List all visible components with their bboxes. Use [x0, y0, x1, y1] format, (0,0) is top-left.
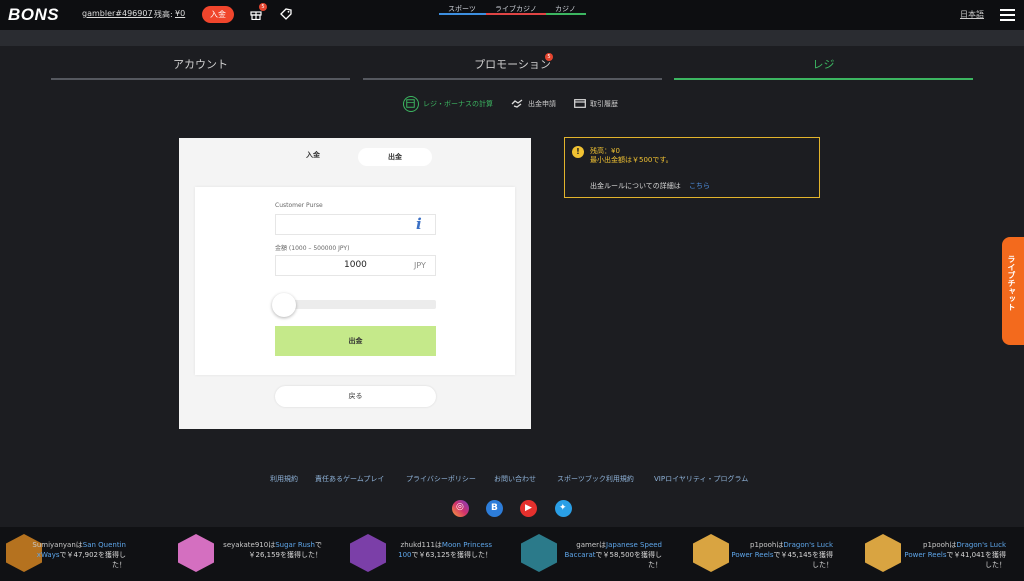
amount-value: 1000 [344, 260, 367, 270]
ticker-item: seyakate910はSugar Rushで￥26,159を獲得した！ [223, 541, 322, 559]
card-icon[interactable] [574, 99, 586, 108]
sports-underline [439, 13, 486, 15]
live-chat-label: ライブチャット [1007, 255, 1016, 311]
gift-badge: 5 [259, 3, 267, 11]
withdraw-submit-button[interactable]: 出金 [275, 326, 436, 356]
calculator-icon[interactable] [403, 96, 419, 112]
ticker-item: gamerはJapanese Speed Baccaratで￥58,500を獲得… [564, 541, 663, 569]
transaction-history-link[interactable]: 取引履歴 [590, 99, 618, 109]
slider-handle[interactable] [272, 293, 296, 317]
amount-unit: JPY [414, 261, 426, 270]
footer-link-vip[interactable]: VIPロイヤリティ・プログラム [654, 474, 748, 484]
instagram-glyph: ◎ [456, 502, 464, 512]
product-nav [0, 30, 1024, 46]
deposit-tab[interactable]: 入金 [306, 150, 326, 160]
blog-glyph: B [491, 503, 498, 513]
ticker-item: p1poohはDragon's Luck Power Reelsで￥45,145… [731, 541, 833, 569]
footer-link-sportsbook-terms[interactable]: スポーツブック利用規約 [557, 474, 634, 484]
purse-field[interactable] [275, 214, 436, 235]
cashier-underline [674, 78, 973, 80]
deposit-button[interactable]: 入金 [202, 6, 234, 23]
twitter-glyph: ✦ [559, 503, 567, 513]
tab-cashier[interactable]: レジ [674, 56, 973, 72]
info-minimum: 最小出金額は￥500です。 [590, 156, 673, 164]
promotion-underline [363, 78, 662, 80]
language-selector[interactable]: 日本語 [960, 9, 984, 20]
live-casino-underline [486, 13, 546, 15]
tab-promotion[interactable]: プロモーション [363, 56, 662, 72]
purse-label: Customer Purse [275, 202, 323, 209]
youtube-glyph: ▶ [525, 503, 532, 513]
footer-link-terms[interactable]: 利用規約 [270, 474, 298, 484]
amount-label: 金額 (1000 – 500000 JPY) [275, 245, 350, 252]
warning-icon: ! [572, 146, 584, 158]
footer-link-responsible[interactable]: 責任あるゲームプレイ [315, 474, 384, 484]
casino-underline [546, 13, 586, 15]
rules-text: 出金ルールについての詳細は [590, 182, 681, 190]
account-underline [51, 78, 350, 80]
ticker-item: zhukd111はMoon Princess 100で￥63,125を獲得した！ [398, 541, 492, 559]
logo[interactable]: BONS [8, 5, 59, 25]
rules-link[interactable]: こちら [689, 181, 710, 191]
bonus-calc-link[interactable]: レジ・ボーナスの計算 [423, 99, 493, 109]
withdraw-request-link[interactable]: 出金申請 [528, 99, 556, 109]
tag-icon[interactable] [279, 7, 293, 21]
amount-slider[interactable] [275, 300, 436, 309]
ticker-item: p1poohはDragon's Luck Power Reelsで￥41,041… [904, 541, 1006, 569]
balance-label: 残高: [154, 10, 173, 19]
withdraw-tab[interactable]: 出金 [358, 148, 432, 166]
footer-link-contact[interactable]: お問い合わせ [494, 474, 536, 484]
footer-link-privacy[interactable]: プライバシーポリシー [406, 474, 476, 484]
info-icon[interactable]: i [416, 215, 422, 233]
tab-account[interactable]: アカウント [51, 56, 350, 72]
username-link[interactable]: gambler#496907 [82, 9, 153, 18]
ticker-item: SumiyanyanはSan Quentin xWaysで￥47,902を獲得し… [32, 541, 126, 569]
handshake-icon[interactable] [511, 98, 523, 108]
promotion-badge: 5 [545, 53, 553, 61]
balance-value[interactable]: ¥0 [175, 9, 185, 18]
back-button[interactable]: 戻る [275, 386, 436, 407]
menu-icon[interactable] [1000, 9, 1015, 21]
